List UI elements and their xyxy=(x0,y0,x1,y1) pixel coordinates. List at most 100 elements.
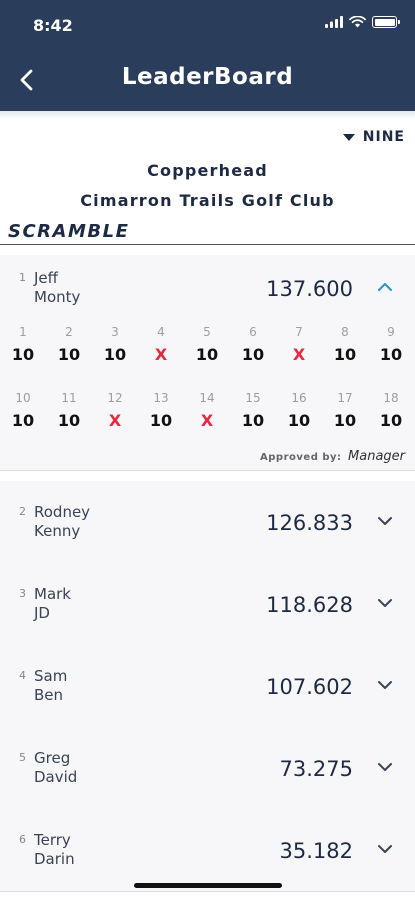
divider xyxy=(0,470,415,471)
hole-miss-mark: X xyxy=(292,345,306,364)
team-names: Rodney Kenny xyxy=(34,503,90,541)
hole-score: 10 xyxy=(57,345,81,364)
leaderboard-row[interactable]: 5 Greg David 73.275 xyxy=(0,727,415,809)
approver-name: Manager xyxy=(348,449,405,464)
leaderboard-row[interactable]: 2 Rodney Kenny 126.833 xyxy=(0,481,415,563)
player-name: Rodney xyxy=(34,503,91,521)
rank-number: 3 xyxy=(19,587,26,600)
signal-icon xyxy=(325,16,343,28)
home-indicator xyxy=(134,883,282,888)
player-name: Greg xyxy=(34,749,71,767)
wifi-icon xyxy=(349,16,366,28)
club-name: Cimarron Trails Golf Club xyxy=(80,191,335,210)
status-time: 8:42 xyxy=(33,16,73,35)
hole-miss-mark: X xyxy=(154,345,168,364)
chevron-up-icon[interactable] xyxy=(376,281,394,293)
hole-cell: 15 10 xyxy=(230,391,276,431)
rank-number: 4 xyxy=(19,669,26,682)
player-name: Jeff xyxy=(34,269,58,287)
team-score: 126.833 xyxy=(266,511,353,535)
chevron-down-icon[interactable] xyxy=(376,515,394,527)
hole-cell: 16 10 xyxy=(276,391,322,431)
hole-score: 10 xyxy=(11,411,35,430)
divider xyxy=(0,244,415,245)
hole-number: 1 xyxy=(19,325,27,339)
hole-number: 10 xyxy=(15,391,31,405)
hole-cell: 9 10 xyxy=(368,325,414,365)
hole-cell: 12 X xyxy=(92,391,138,431)
chevron-down-icon[interactable] xyxy=(376,597,394,609)
hole-number: 17 xyxy=(337,391,353,405)
player-name: JD xyxy=(34,604,50,622)
hole-cell: 7X xyxy=(276,325,322,365)
team-names: Jeff Monty xyxy=(34,269,80,307)
rank-number: 1 xyxy=(19,271,26,284)
player-name: Sam xyxy=(34,667,68,685)
team-names: Sam Ben xyxy=(34,667,67,705)
hole-cell: 2 10 xyxy=(46,325,92,365)
hole-number: 18 xyxy=(383,391,399,405)
player-name: Ben xyxy=(34,686,64,704)
battery-icon xyxy=(372,16,400,28)
hole-number: 6 xyxy=(249,325,257,339)
hole-number: 15 xyxy=(245,391,261,405)
hole-score: 10 xyxy=(241,345,265,364)
hole-score: 10 xyxy=(241,411,265,430)
hole-number: 16 xyxy=(291,391,307,405)
team-score: 137.600 xyxy=(266,277,353,301)
leaderboard-row[interactable]: 4 Sam Ben 107.602 xyxy=(0,645,415,727)
navigation-bar: LeaderBoard xyxy=(0,52,415,108)
hole-cell: 1 10 xyxy=(0,325,46,365)
chevron-down-icon[interactable] xyxy=(376,679,394,691)
hole-cell: 17 10 xyxy=(322,391,368,431)
hole-cell: 11 10 xyxy=(46,391,92,431)
team-score: 118.628 xyxy=(266,593,353,617)
team-names: Terry Darin xyxy=(34,831,75,869)
divider xyxy=(0,891,415,892)
player-name: Darin xyxy=(34,850,75,868)
team-names: Mark JD xyxy=(34,585,71,623)
rank-number: 5 xyxy=(19,751,26,764)
hole-number: 13 xyxy=(153,391,169,405)
chevron-down-icon[interactable] xyxy=(376,761,394,773)
hole-score: 10 xyxy=(333,345,357,364)
player-name: Mark xyxy=(34,585,71,603)
hole-miss-mark: X xyxy=(108,411,122,430)
hole-number: 3 xyxy=(111,325,119,339)
course-name: Copperhead xyxy=(147,161,268,180)
rank-number: 6 xyxy=(19,833,26,846)
hole-score: 10 xyxy=(333,411,357,430)
chevron-down-icon[interactable] xyxy=(376,843,394,855)
nine-dropdown[interactable]: NINE xyxy=(342,129,405,145)
player-name: Terry xyxy=(34,831,71,849)
hole-number: 14 xyxy=(199,391,215,405)
leaderboard-row[interactable]: 3 Mark JD 118.628 xyxy=(0,563,415,645)
player-name: David xyxy=(34,768,78,786)
leaderboard-row[interactable]: 6 Terry Darin 35.182 xyxy=(0,809,415,891)
status-icons xyxy=(325,16,400,28)
hole-cell: 8 10 xyxy=(322,325,368,365)
team-score: 35.182 xyxy=(279,839,353,863)
approved-by: Approved by: Manager xyxy=(260,449,405,464)
hole-score: 10 xyxy=(11,345,35,364)
hole-cell: 3 10 xyxy=(92,325,138,365)
hole-cell: 4X xyxy=(138,325,184,365)
hole-cell: 5 10 xyxy=(184,325,230,365)
approved-label: Approved by: xyxy=(260,452,342,463)
hole-number: 11 xyxy=(61,391,77,405)
leaderboard-content: NINE Copperhead Cimarron Trails Golf Clu… xyxy=(0,111,415,900)
page-title: LeaderBoard xyxy=(121,64,294,90)
hole-cell: 14 X xyxy=(184,391,230,431)
hole-number: 4 xyxy=(157,325,165,339)
player-name: Monty xyxy=(34,288,81,306)
hole-number: 7 xyxy=(295,325,303,339)
rank-number: 2 xyxy=(19,505,26,518)
hole-number: 9 xyxy=(387,325,395,339)
player-name: Kenny xyxy=(34,522,81,540)
hole-score: 10 xyxy=(149,411,173,430)
status-bar: 8:42 xyxy=(0,0,415,50)
leader-card-expanded[interactable]: 1 Jeff Monty 137.600 1 10 2 10 3 10 4 X 5 10 6 10 7 X… xyxy=(0,255,415,470)
team-score: 73.275 xyxy=(279,757,353,781)
hole-number: 5 xyxy=(203,325,211,339)
nine-label: NINE xyxy=(362,129,405,145)
